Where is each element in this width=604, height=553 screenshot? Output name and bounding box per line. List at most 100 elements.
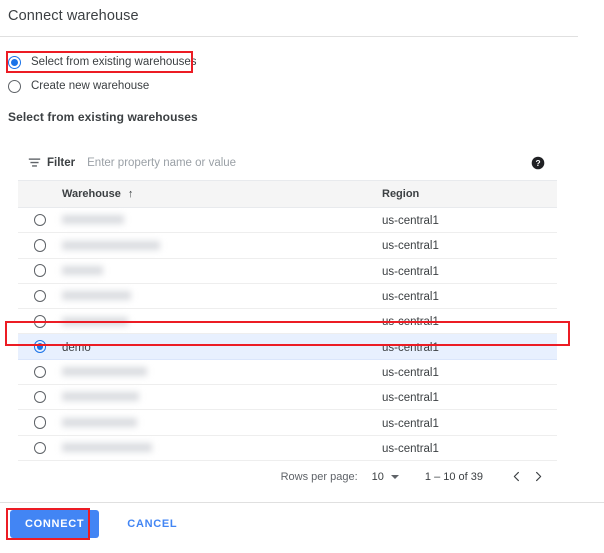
- warehouse-mode-radio-group: Select from existing warehouses Create n…: [8, 52, 408, 100]
- table-cell-warehouse: [62, 211, 382, 229]
- table-cell-select[interactable]: [18, 290, 62, 303]
- region-value: us-central1: [382, 266, 439, 278]
- radio-option-create-new[interactable]: Create new warehouse: [8, 76, 408, 96]
- table-cell-select[interactable]: [18, 239, 62, 252]
- table-cell-select[interactable]: [18, 391, 62, 404]
- table-cell-select[interactable]: [18, 442, 62, 455]
- radio-icon-unselected[interactable]: [8, 80, 21, 93]
- table-row[interactable]: us-central1: [18, 410, 557, 435]
- radio-icon-unselected[interactable]: [34, 239, 47, 252]
- footer-divider: [0, 502, 604, 503]
- radio-icon-unselected[interactable]: [34, 442, 47, 455]
- region-value: us-central1: [382, 240, 439, 252]
- table-row[interactable]: us-central1: [18, 436, 557, 461]
- redacted-warehouse-name: [62, 367, 147, 376]
- sort-ascending-icon[interactable]: ↑: [128, 189, 134, 200]
- table-cell-region: us-central1: [382, 262, 557, 280]
- table-cell-select[interactable]: [18, 366, 62, 379]
- page-title: Connect warehouse: [8, 4, 139, 28]
- chevron-right-icon: [532, 470, 545, 483]
- radio-icon-unselected[interactable]: [34, 264, 47, 277]
- table-row[interactable]: us-central1: [18, 284, 557, 309]
- redacted-warehouse-name: [62, 392, 139, 401]
- help-circle-icon[interactable]: ?: [531, 156, 545, 170]
- table-cell-region: us-central1: [382, 211, 557, 229]
- previous-page-button[interactable]: [505, 466, 527, 488]
- table-cell-select[interactable]: [18, 315, 62, 328]
- svg-text:?: ?: [535, 158, 540, 168]
- table-cell-region: us-central1: [382, 363, 557, 381]
- filter-input[interactable]: [87, 157, 531, 169]
- table-cell-region: us-central1: [382, 388, 557, 406]
- table-cell-warehouse: [62, 414, 382, 432]
- table-cell-warehouse: [62, 287, 382, 305]
- table-cell-select[interactable]: [18, 264, 62, 277]
- radio-option-label: Select from existing warehouses: [31, 55, 197, 69]
- table-cell-region: us-central1: [382, 414, 557, 432]
- rows-per-page-label: Rows per page:: [281, 471, 358, 483]
- filter-bar[interactable]: Filter ?: [18, 145, 557, 181]
- redacted-warehouse-name: [62, 317, 128, 326]
- table-cell-region: us-central1: [382, 439, 557, 457]
- table-cell-select[interactable]: [18, 340, 62, 353]
- table-row[interactable]: us-central1: [18, 360, 557, 385]
- table-cell-warehouse: [62, 262, 382, 280]
- region-value: us-central1: [382, 392, 439, 404]
- next-page-button[interactable]: [527, 466, 549, 488]
- filter-label: Filter: [47, 157, 75, 169]
- table-cell-warehouse: [62, 388, 382, 406]
- table-row[interactable]: us-central1: [18, 208, 557, 233]
- radio-icon-unselected[interactable]: [34, 391, 47, 404]
- redacted-warehouse-name: [62, 443, 152, 452]
- table-cell-warehouse: [62, 236, 382, 254]
- table-cell-select[interactable]: [18, 214, 62, 227]
- rows-per-page-value: 10: [372, 471, 384, 483]
- radio-option-select-existing[interactable]: Select from existing warehouses: [8, 52, 408, 72]
- table-row[interactable]: us-central1: [18, 233, 557, 258]
- region-value: us-central1: [382, 316, 439, 328]
- table-row[interactable]: us-central1: [18, 385, 557, 410]
- region-value: us-central1: [382, 443, 439, 455]
- radio-icon-unselected[interactable]: [34, 214, 47, 227]
- table-cell-region: us-central1: [382, 312, 557, 330]
- radio-icon-unselected[interactable]: [34, 366, 47, 379]
- table-row[interactable]: us-central1: [18, 309, 557, 334]
- table-cell-region: us-central1: [382, 287, 557, 305]
- radio-icon-unselected[interactable]: [34, 416, 47, 429]
- table-cell-select[interactable]: [18, 416, 62, 429]
- table-row[interactable]: us-central1: [18, 259, 557, 284]
- redacted-warehouse-name: [62, 215, 124, 224]
- table-cell-warehouse: [62, 363, 382, 381]
- radio-icon-selected[interactable]: [8, 56, 21, 69]
- region-value: us-central1: [382, 418, 439, 430]
- radio-icon-unselected[interactable]: [34, 290, 47, 303]
- table-header-region-label: Region: [382, 188, 419, 200]
- cancel-button[interactable]: CANCEL: [115, 510, 189, 538]
- warehouse-name: demo: [62, 342, 91, 354]
- table-cell-warehouse: [62, 439, 382, 457]
- dialog-footer: CONNECT CANCEL: [0, 508, 604, 553]
- table-cell-region: us-central1: [382, 236, 557, 254]
- table-body: us-central1 us-central1 us-central1 us-cent…: [18, 208, 557, 461]
- filter-icon[interactable]: [28, 156, 41, 169]
- table-header-region[interactable]: Region: [382, 188, 557, 200]
- radio-option-label: Create new warehouse: [31, 79, 149, 93]
- redacted-warehouse-name: [62, 291, 131, 300]
- region-value: us-central1: [382, 215, 439, 227]
- table-header-warehouse-label: Warehouse: [62, 188, 121, 200]
- rows-per-page-select[interactable]: 10: [372, 471, 399, 483]
- warehouse-table-card: Filter ? Warehouse ↑ Region us-central1u…: [18, 145, 557, 493]
- region-value: us-central1: [382, 342, 439, 354]
- radio-icon-unselected[interactable]: [34, 315, 47, 328]
- table-cell-warehouse: [62, 312, 382, 330]
- table-header-warehouse[interactable]: Warehouse ↑: [62, 188, 382, 200]
- table-cell-region: us-central1: [382, 338, 557, 356]
- radio-icon-selected[interactable]: [34, 340, 47, 353]
- title-divider: [0, 36, 578, 37]
- connect-button[interactable]: CONNECT: [10, 510, 99, 538]
- chevron-left-icon: [510, 470, 523, 483]
- table-row[interactable]: demo us-central1: [18, 334, 557, 359]
- region-value: us-central1: [382, 367, 439, 379]
- redacted-warehouse-name: [62, 418, 137, 427]
- chevron-down-icon[interactable]: [391, 475, 399, 479]
